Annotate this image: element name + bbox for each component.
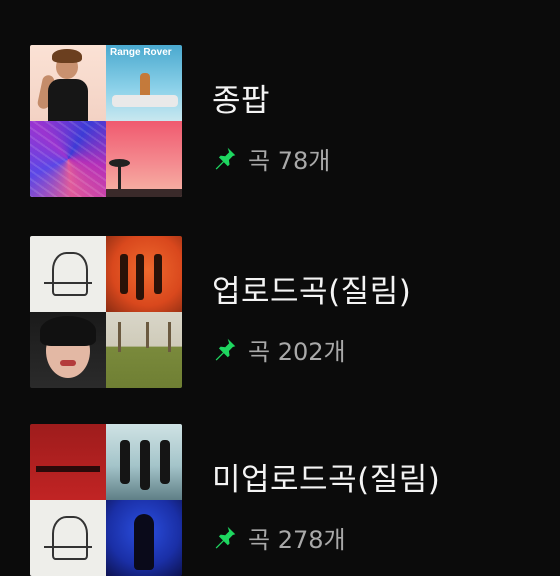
playlist-list: Range Rover 종팝 곡 78개 업로드곡(질림) 곡 202개 미업로…	[0, 0, 560, 576]
playlist-title: 미업로드곡(질림)	[212, 462, 441, 498]
playlist-meta: 곡 78개	[212, 143, 331, 175]
playlist-title: 업로드곡(질림)	[212, 274, 412, 310]
album-cover	[30, 424, 106, 500]
playlist-cover-mosaic: Range Rover	[30, 45, 182, 197]
song-count: 곡 202개	[248, 337, 346, 366]
pin-icon	[215, 147, 236, 170]
album-cover: Range Rover	[106, 45, 182, 121]
album-cover	[30, 121, 106, 197]
album-cover	[106, 424, 182, 500]
song-count: 곡 78개	[248, 146, 331, 175]
album-cover	[30, 500, 106, 576]
playlist-title: 종팝	[212, 83, 271, 119]
playlist-cover-mosaic	[30, 424, 182, 576]
pin-icon	[215, 338, 236, 361]
playlist-item[interactable]: Range Rover 종팝 곡 78개	[0, 45, 560, 197]
playlist-item[interactable]: 미업로드곡(질림) 곡 278개	[0, 424, 560, 576]
song-count: 곡 278개	[248, 525, 346, 554]
playlist-meta: 곡 278개	[212, 522, 346, 554]
album-cover	[106, 500, 182, 576]
album-cover	[30, 45, 106, 121]
album-cover	[106, 312, 182, 388]
album-cover	[30, 312, 106, 388]
album-cover	[30, 236, 106, 312]
playlist-meta: 곡 202개	[212, 334, 346, 366]
playlist-item[interactable]: 업로드곡(질림) 곡 202개	[0, 236, 560, 388]
pin-icon	[215, 526, 236, 549]
album-cover	[106, 236, 182, 312]
album-cover-text: Range Rover	[110, 47, 172, 58]
playlist-cover-mosaic	[30, 236, 182, 388]
album-cover	[106, 121, 182, 197]
